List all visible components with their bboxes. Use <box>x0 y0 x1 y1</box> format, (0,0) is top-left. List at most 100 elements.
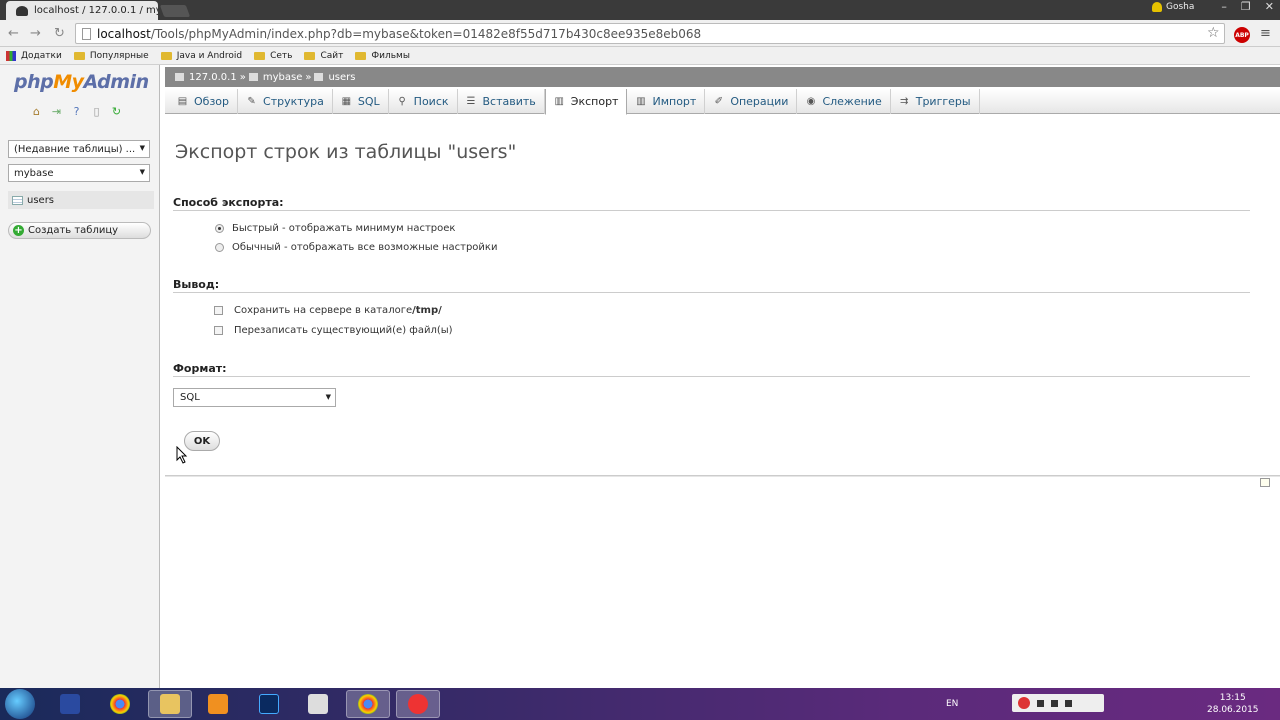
forward-icon[interactable]: → <box>30 26 41 41</box>
recorder-icon <box>408 694 428 714</box>
logout-icon[interactable]: ⇥ <box>50 105 63 118</box>
maximize-icon[interactable]: ❐ <box>1241 0 1251 13</box>
taskbar-chrome[interactable] <box>98 690 142 718</box>
bookmark-folder[interactable]: Сеть <box>254 51 292 61</box>
mouse-cursor-icon <box>176 446 188 464</box>
reload-icon[interactable]: ↻ <box>54 26 65 41</box>
tab-browse[interactable]: ▤ Обзор <box>169 89 239 114</box>
bookmark-star-icon[interactable]: ☆ <box>1207 25 1220 41</box>
back-icon[interactable]: ← <box>8 26 19 41</box>
user-icon <box>1152 2 1162 12</box>
overwrite-option[interactable]: Перезаписать существующий(е) файл(ы) <box>214 325 453 336</box>
save-on-server-checkbox[interactable] <box>214 306 223 315</box>
radio-custom[interactable] <box>215 243 224 252</box>
taskbar-chrome-active[interactable] <box>346 690 390 718</box>
tab-title: localhost / 127.0.0.1 / my <box>34 5 158 16</box>
user-profile[interactable]: Gosha <box>1152 2 1194 12</box>
page-title: Экспорт строк из таблицы "users" <box>175 141 517 163</box>
tab-import[interactable]: ▥ Импорт <box>627 89 706 114</box>
capture-icon[interactable] <box>1065 699 1072 707</box>
bookmark-folder[interactable]: Популярные <box>73 51 149 61</box>
folder-icon <box>160 694 180 714</box>
dropdown-arrow-icon: ▼ <box>139 168 145 176</box>
breadcrumb-server[interactable]: 127.0.0.1 <box>189 72 237 83</box>
record-icon[interactable] <box>1018 697 1030 709</box>
docs-icon[interactable]: ▯ <box>90 105 103 118</box>
table-icon <box>314 73 324 81</box>
operations-icon: ✐ <box>714 96 723 107</box>
nav-table-users[interactable]: users <box>8 191 154 209</box>
taskbar-save-app[interactable] <box>48 690 92 718</box>
ok-button[interactable]: OK <box>184 431 220 451</box>
language-indicator[interactable]: EN <box>946 699 958 709</box>
import-icon: ▥ <box>636 96 646 107</box>
clock[interactable]: 13:15 28.06.2015 <box>1207 692 1259 716</box>
windows-taskbar: EN 13:15 28.06.2015 <box>0 688 1280 720</box>
create-table-button[interactable]: + Создать таблицу <box>8 222 151 239</box>
tab-export[interactable]: ▥ Экспорт <box>544 89 628 115</box>
bookmark-folder[interactable]: Java и Android <box>160 51 242 61</box>
help-icon[interactable]: ? <box>70 105 83 118</box>
breadcrumb-database[interactable]: mybase <box>263 72 303 83</box>
breadcrumb-table[interactable]: users <box>328 72 355 83</box>
phpmyadmin-logo[interactable]: phpMyAdmin <box>14 71 149 93</box>
user-name: Gosha <box>1166 2 1195 12</box>
bookmark-folder[interactable]: Сайт <box>304 51 343 61</box>
taskbar-notepad[interactable] <box>296 690 340 718</box>
menu-tabs: ▤ Обзор ✎ Структура ▦ SQL ⚲ Поиск ☰ Вставить … <box>165 89 1280 115</box>
menu-icon[interactable]: ≡ <box>1260 26 1271 41</box>
folder-icon <box>304 51 316 60</box>
breadcrumb: 127.0.0.1 » mybase » users <box>165 67 1280 87</box>
taskbar-media-player[interactable] <box>196 690 240 718</box>
new-tab-button[interactable] <box>159 5 191 17</box>
tab-insert[interactable]: ☰ Вставить <box>458 89 545 114</box>
minimize-icon[interactable]: – <box>1221 0 1227 13</box>
close-icon[interactable]: ✕ <box>1265 0 1274 13</box>
tab-operations[interactable]: ✐ Операции <box>705 89 798 114</box>
home-icon[interactable]: ⌂ <box>30 105 43 118</box>
search-icon: ⚲ <box>398 96 406 107</box>
format-heading: Формат: <box>173 362 1250 377</box>
console-icon[interactable] <box>1260 478 1270 487</box>
taskbar-explorer[interactable] <box>148 690 192 718</box>
url-input[interactable]: localhost/Tools/phpMyAdmin/index.php?db=… <box>75 23 1225 44</box>
taskbar-photoshop[interactable] <box>247 690 291 718</box>
notepad-icon <box>308 694 328 714</box>
tab-structure[interactable]: ✎ Структура <box>238 89 333 114</box>
tab-search[interactable]: ⚲ Поиск <box>389 89 458 114</box>
overwrite-checkbox[interactable] <box>214 326 223 335</box>
bookmark-folder[interactable]: Фильмы <box>355 51 410 61</box>
export-method-heading: Способ экспорта: <box>173 196 1250 211</box>
structure-icon: ✎ <box>247 96 256 107</box>
tab-sql[interactable]: ▦ SQL <box>333 89 389 114</box>
recent-tables-select[interactable]: (Недавние таблицы) ... ▼ <box>8 140 150 158</box>
save-on-server-option[interactable]: Сохранить на сервере в каталоге /tmp/ <box>214 305 442 316</box>
dropdown-arrow-icon: ▼ <box>325 393 331 401</box>
adblock-icon[interactable]: ABP <box>1234 27 1250 43</box>
sql-icon: ▦ <box>341 96 352 107</box>
folder-icon <box>355 51 367 60</box>
photoshop-icon <box>259 694 279 714</box>
browser-tab[interactable]: localhost / 127.0.0.1 / my <box>6 1 158 20</box>
folder-icon <box>160 51 172 60</box>
bookmark-apps[interactable]: Додатки <box>6 50 62 61</box>
tab-triggers[interactable]: ⇉ Триггеры <box>891 89 980 114</box>
format-select[interactable]: SQL ▼ <box>173 388 336 407</box>
radio-quick[interactable] <box>215 224 224 233</box>
content-divider <box>165 475 1280 477</box>
pause-icon[interactable] <box>1051 699 1058 707</box>
taskbar-recorder[interactable] <box>396 690 440 718</box>
dropdown-arrow-icon: ▼ <box>139 144 145 152</box>
insert-icon: ☰ <box>466 96 476 107</box>
export-method-quick[interactable]: Быстрый - отображать минимум настроек <box>215 223 455 234</box>
tracking-icon: ◉ <box>806 96 816 107</box>
start-button[interactable] <box>5 689 35 719</box>
url-path: /Tools/phpMyAdmin/index.php?db=mybase&to… <box>150 26 702 41</box>
tab-tracking[interactable]: ◉ Слежение <box>797 89 891 114</box>
apps-icon <box>6 50 16 61</box>
database-select[interactable]: mybase ▼ <box>8 164 150 182</box>
export-method-custom[interactable]: Обычный - отображать все возможные настр… <box>215 242 497 253</box>
stop-icon[interactable] <box>1037 699 1044 707</box>
server-icon <box>175 73 184 81</box>
reload-nav-icon[interactable]: ↻ <box>110 105 123 118</box>
